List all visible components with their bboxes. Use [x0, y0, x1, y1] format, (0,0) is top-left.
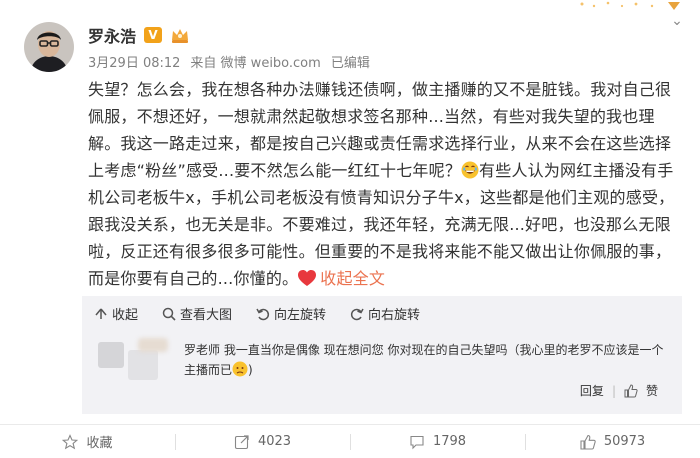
comment-count: 1798 [432, 434, 467, 449]
rotate-right-icon [351, 308, 364, 320]
post-meta: 3月29日 08:12 来自 微博 weibo.com 已编辑 [88, 52, 370, 71]
favorite-label: 收藏 [86, 436, 113, 451]
repost-button[interactable]: 4023 [175, 425, 350, 458]
comment-body: 罗老师 我一直当你是偶像 现在想问您 你对现在的自己失望吗（我心里的老罗不应该是… [184, 343, 664, 377]
weibo-post: ⌄ 罗永浩 V 3月29日 08:12 来自 微博 weibo.com 已编辑 … [0, 0, 700, 458]
comment-text: 罗老师 我一直当你是偶像 现在想问您 你对现在的自己失望吗（我心里的老罗不应该是… [184, 343, 664, 377]
verified-badge[interactable]: V [144, 27, 163, 43]
comment-item: 罗老师 我一直当你是偶像 现在想问您 你对现在的自己失望吗（我心里的老罗不应该是… [92, 336, 672, 406]
post-source: 来自 微博 weibo.com [190, 56, 321, 71]
header-decoration [580, 1, 680, 10]
collapse-button[interactable]: 收起 [94, 304, 138, 323]
star-icon [62, 433, 79, 449]
share-icon [234, 434, 249, 449]
edited-label[interactable]: 已编辑 [331, 52, 370, 71]
author-name[interactable]: 罗永浩 [88, 23, 136, 47]
rotate-right-label: 向右旋转 [368, 308, 421, 323]
reply-button[interactable]: 回复 [580, 382, 604, 399]
view-large-label: 查看大图 [180, 308, 233, 323]
chevron-down-icon[interactable]: ⌄ [670, 14, 684, 28]
divider: | [611, 383, 616, 398]
collapse-label: 收起 [112, 308, 139, 323]
sad-emoji-icon [232, 361, 248, 377]
post-footer: 收藏 4023 1798 50973 [0, 424, 700, 458]
heart-icon [298, 270, 317, 286]
like-button[interactable]: 50973 [525, 425, 700, 458]
media-toolbar: 收起 查看大图 向左旋转 向右旋转 [94, 304, 420, 323]
rotate-left-icon [256, 308, 270, 320]
blurred-image [128, 350, 158, 380]
post-time[interactable]: 3月29日 08:12 [88, 52, 180, 71]
comment-actions: 回复 | 赞 [580, 382, 658, 399]
rotate-left-label: 向左旋转 [274, 308, 327, 323]
like-count: 50973 [603, 434, 646, 449]
search-icon [162, 307, 176, 321]
comment-icon [410, 435, 424, 449]
arrow-up-icon [95, 308, 107, 319]
thumbs-up-icon [580, 434, 596, 450]
like-comment-button[interactable]: 赞 [646, 382, 658, 399]
avatar[interactable] [24, 22, 74, 72]
rotate-right-button[interactable]: 向右旋转 [350, 304, 420, 323]
view-large-button[interactable]: 查看大图 [162, 304, 232, 323]
comment-button[interactable]: 1798 [350, 425, 525, 458]
repost-count: 4023 [257, 434, 292, 449]
media-expand-panel: 收起 查看大图 向左旋转 向右旋转 罗老师 我一直当你是偶像 现在想问您 你对现… [82, 296, 682, 414]
post-content: 失望？怎么会，我在想各种办法赚钱还债啊，做主播赚的又不是脏钱。我对自己很佩服，不… [88, 76, 682, 292]
crown-icon[interactable] [170, 26, 190, 44]
author-row: 罗永浩 V [88, 24, 190, 46]
thumbs-up-icon[interactable] [624, 383, 638, 398]
commenter-avatar[interactable] [98, 342, 124, 368]
grin-emoji-icon [461, 161, 479, 179]
collapse-fulltext-link[interactable]: 收起全文 [320, 269, 385, 288]
favorite-button[interactable]: 收藏 [0, 425, 175, 458]
commenter-name-blurred[interactable] [138, 338, 168, 352]
rotate-left-button[interactable]: 向左旋转 [256, 304, 326, 323]
